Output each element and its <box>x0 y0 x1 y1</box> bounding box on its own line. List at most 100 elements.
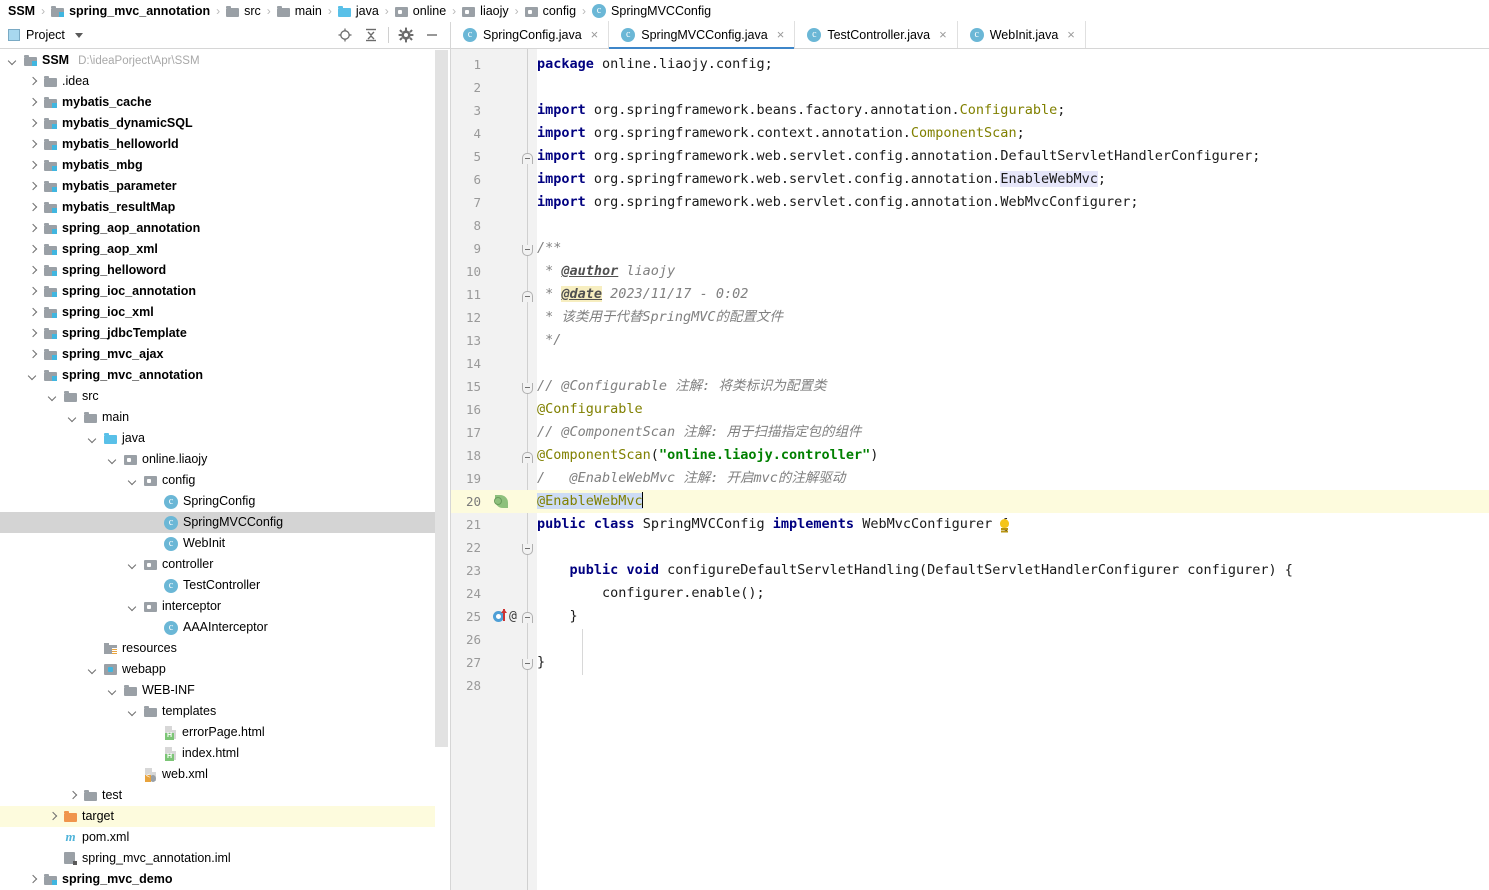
fold-marker-imports-end[interactable] <box>522 245 533 256</box>
code-line[interactable]: 26 <box>451 628 1489 651</box>
code-line[interactable]: 20 @EnableWebMvc <box>451 490 1489 513</box>
collapse-all-icon[interactable] <box>358 22 384 48</box>
code-line[interactable]: 18 @ComponentScan("online.liaojy.controll… <box>451 444 1489 467</box>
chevron-down-icon[interactable] <box>126 600 139 613</box>
breadcrumb-item-liaojy[interactable]: liaojy <box>460 1 511 21</box>
code-line[interactable]: 17 // @ComponentScan 注解: 用于扫描指定包的组件 <box>451 421 1489 444</box>
tree-node-main[interactable]: main <box>0 407 435 428</box>
tree-node-spring-jdbctemplate[interactable]: spring_jdbcTemplate <box>0 323 435 344</box>
chevron-right-icon[interactable] <box>26 327 39 340</box>
breadcrumb-item-main[interactable]: main <box>275 1 324 21</box>
chevron-right-icon[interactable] <box>26 180 39 193</box>
tree-node-mybatis-mbg[interactable]: mybatis_mbg <box>0 155 435 176</box>
chevron-down-icon[interactable] <box>126 558 139 571</box>
gear-icon[interactable] <box>393 22 419 48</box>
chevron-down-icon[interactable] <box>86 432 99 445</box>
code-line[interactable]: 22 <box>451 536 1489 559</box>
tree-node-springconfig[interactable]: SpringConfig <box>0 491 435 512</box>
close-icon[interactable]: × <box>939 27 947 42</box>
project-tree[interactable]: SSM D:\ideaPorject\Apr\SSM .idea mybatis_ca… <box>0 50 435 890</box>
chevron-right-icon[interactable] <box>26 159 39 172</box>
code-line[interactable]: 5 import org.springframework.web.servlet.… <box>451 145 1489 168</box>
code-line[interactable]: 11 * @date 2023/11/17 - 0:02 <box>451 283 1489 306</box>
close-icon[interactable]: × <box>1067 27 1075 42</box>
chevron-down-icon[interactable] <box>126 705 139 718</box>
tree-node-webinit[interactable]: WebInit <box>0 533 435 554</box>
breadcrumb-item-spring-mvc-annotation[interactable]: spring_mvc_annotation <box>49 1 212 21</box>
chevron-down-icon[interactable] <box>126 474 139 487</box>
fold-marker-method-end[interactable] <box>522 659 533 670</box>
code-line[interactable]: 14 <box>451 352 1489 375</box>
editor-tab-testcontroller-java[interactable]: TestController.java × <box>795 21 958 48</box>
tree-node--idea[interactable]: .idea <box>0 71 435 92</box>
tree-node-mybatis-cache[interactable]: mybatis_cache <box>0 92 435 113</box>
close-icon[interactable]: × <box>777 27 785 42</box>
chevron-right-icon[interactable] <box>26 348 39 361</box>
chevron-right-icon[interactable] <box>26 201 39 214</box>
tree-node-mybatis-dynamicsql[interactable]: mybatis_dynamicSQL <box>0 113 435 134</box>
code-line[interactable]: 9 /** <box>451 237 1489 260</box>
minimize-icon[interactable] <box>419 22 445 48</box>
tree-node-target[interactable]: target <box>0 806 435 827</box>
tree-node-spring-mvc-annotation-iml[interactable]: spring_mvc_annotation.iml <box>0 848 435 869</box>
chevron-down-icon[interactable] <box>46 390 59 403</box>
breadcrumb-item-springmvcconfig[interactable]: SpringMVCConfig <box>590 1 713 21</box>
chevron-right-icon[interactable] <box>26 243 39 256</box>
tree-node-spring-mvc-ajax[interactable]: spring_mvc_ajax <box>0 344 435 365</box>
code-line[interactable]: 19 / @EnableWebMvc 注解: 开启mvc的注解驱动 <box>451 467 1489 490</box>
tree-node-spring-aop-xml[interactable]: spring_aop_xml <box>0 239 435 260</box>
chevron-right-icon[interactable] <box>26 117 39 130</box>
locate-in-tree-icon[interactable] <box>332 22 358 48</box>
breadcrumb-item-config[interactable]: config <box>523 1 578 21</box>
tree-node-controller[interactable]: controller <box>0 554 435 575</box>
fold-marker-class-end[interactable] <box>522 544 533 555</box>
tree-node-test[interactable]: test <box>0 785 435 806</box>
fold-marker-javadoc-start[interactable] <box>522 291 533 302</box>
code-line[interactable]: 25 } <box>451 605 1489 628</box>
fold-marker-javadoc-end[interactable] <box>522 383 533 394</box>
chevron-down-icon[interactable] <box>6 54 19 67</box>
code-line[interactable]: 21 public class SpringMVCConfig implement… <box>451 513 1489 536</box>
tree-node-java[interactable]: java <box>0 428 435 449</box>
chevron-down-icon[interactable] <box>106 684 119 697</box>
fold-marker-imports-start[interactable] <box>522 153 533 164</box>
code-line[interactable]: 10 * @author liaojy <box>451 260 1489 283</box>
tree-node-online-liaojy[interactable]: online.liaojy <box>0 449 435 470</box>
intention-bulb-icon[interactable] <box>999 519 1010 532</box>
close-icon[interactable]: × <box>591 27 599 42</box>
chevron-right-icon[interactable] <box>26 264 39 277</box>
tree-node-ssm[interactable]: SSM D:\ideaPorject\Apr\SSM <box>0 50 435 71</box>
breadcrumb-item-online[interactable]: online <box>393 1 448 21</box>
code-line[interactable]: 4 import org.springframework.context.anno… <box>451 122 1489 145</box>
tree-node-web-xml[interactable]: web.xml <box>0 764 435 785</box>
chevron-right-icon[interactable] <box>26 306 39 319</box>
tree-node-config[interactable]: config <box>0 470 435 491</box>
tree-node-springmvcconfig[interactable]: SpringMVCConfig <box>0 512 435 533</box>
chevron-right-icon[interactable] <box>46 810 59 823</box>
code-line[interactable]: 13 */ <box>451 329 1489 352</box>
chevron-right-icon[interactable] <box>26 873 39 886</box>
tree-node-spring-aop-annotation[interactable]: spring_aop_annotation <box>0 218 435 239</box>
code-line[interactable]: 6 import org.springframework.web.servlet.… <box>451 168 1489 191</box>
tree-node-webapp[interactable]: webapp <box>0 659 435 680</box>
chevron-right-icon[interactable] <box>66 789 79 802</box>
fold-marker-class-annotations[interactable] <box>522 452 533 463</box>
chevron-right-icon[interactable] <box>26 138 39 151</box>
code-line[interactable]: 8 <box>451 214 1489 237</box>
tree-node-spring-ioc-xml[interactable]: spring_ioc_xml <box>0 302 435 323</box>
tree-node-resources[interactable]: resources <box>0 638 435 659</box>
breadcrumb-item-java[interactable]: java <box>336 1 381 21</box>
chevron-right-icon[interactable] <box>26 285 39 298</box>
code-line[interactable]: 3 import org.springframework.beans.factor… <box>451 99 1489 122</box>
tree-node-templates[interactable]: templates <box>0 701 435 722</box>
editor-tab-springmvcconfig-java[interactable]: SpringMVCConfig.java × <box>609 21 796 49</box>
code-line[interactable]: 24 configurer.enable(); <box>451 582 1489 605</box>
editor-tab-webinit-java[interactable]: WebInit.java × <box>958 21 1086 48</box>
code-line[interactable]: 1 package online.liaojy.config; <box>451 53 1489 76</box>
tree-node-spring-helloword[interactable]: spring_helloword <box>0 260 435 281</box>
tree-node-testcontroller[interactable]: TestController <box>0 575 435 596</box>
chevron-right-icon[interactable] <box>26 96 39 109</box>
chevron-down-icon[interactable] <box>26 369 39 382</box>
code-line[interactable]: 15 // @Configurable 注解: 将类标识为配置类 <box>451 375 1489 398</box>
code-line[interactable]: 28 <box>451 674 1489 697</box>
